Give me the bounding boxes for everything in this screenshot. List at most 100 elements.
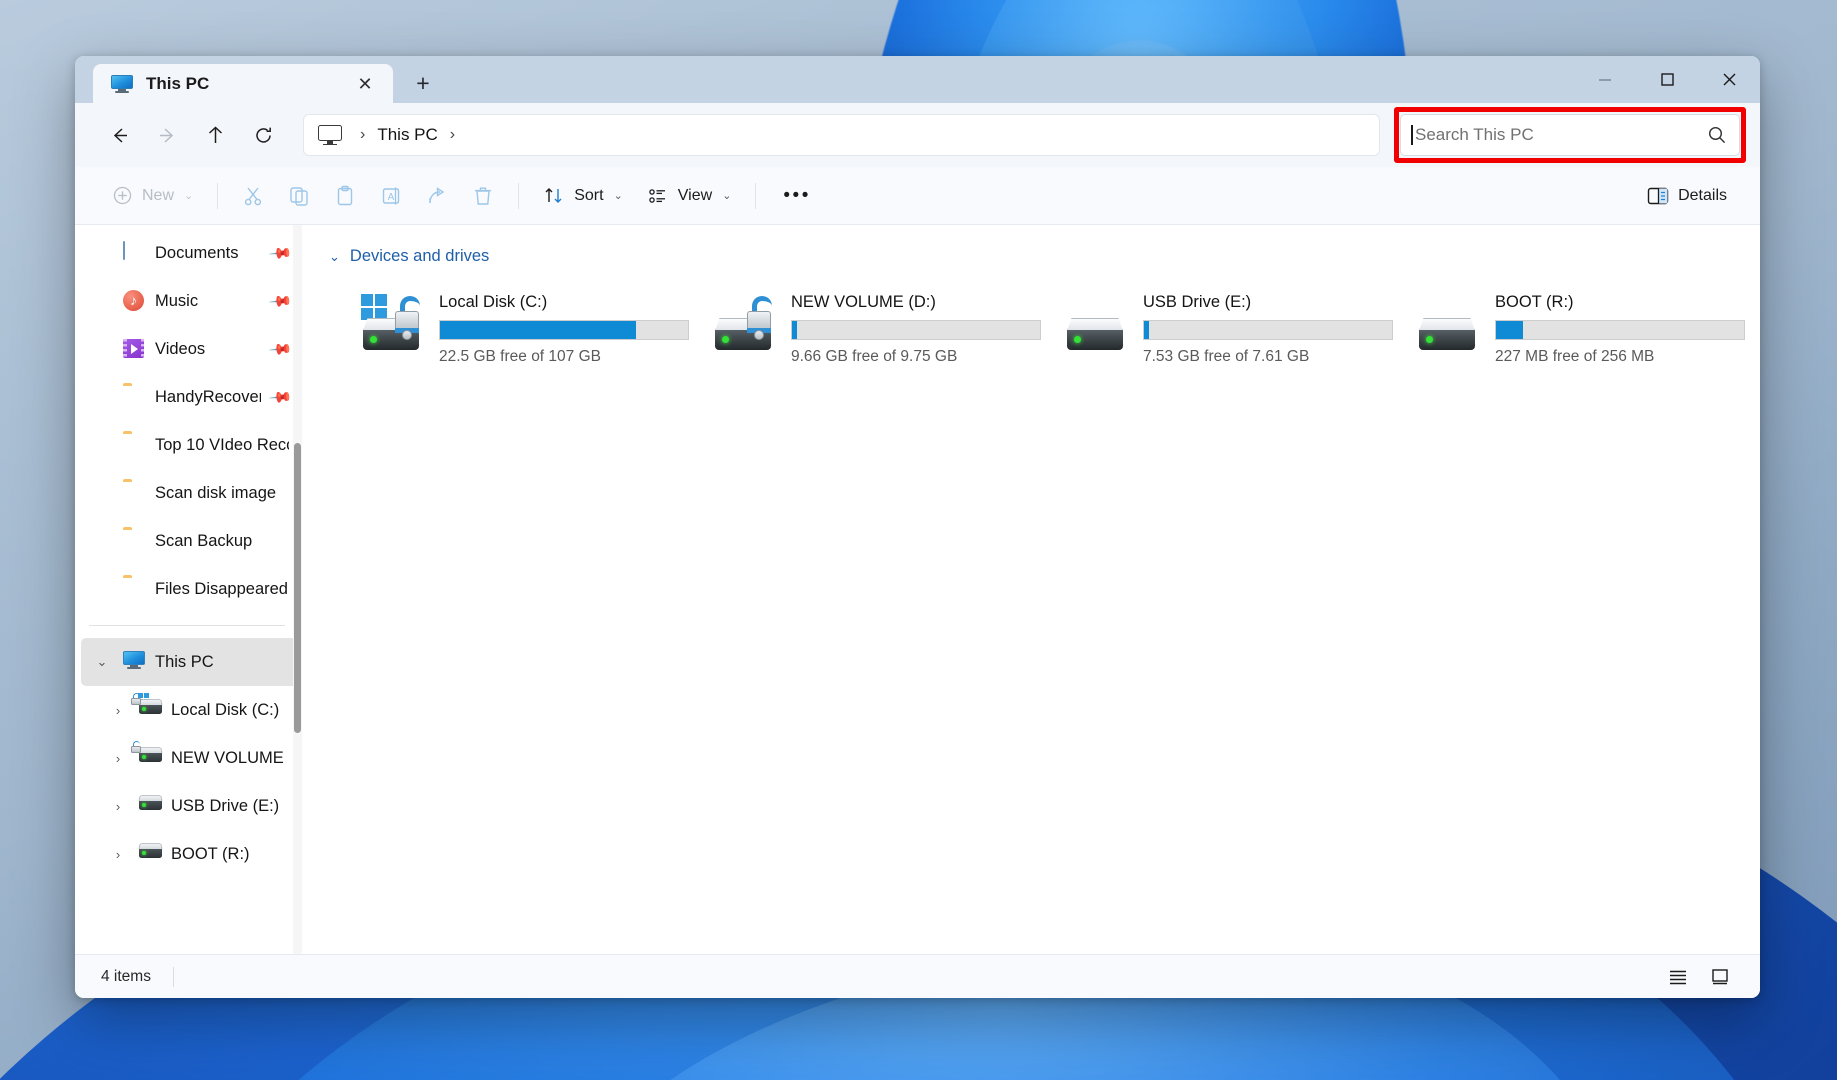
- view-button[interactable]: View ⌄: [636, 176, 743, 216]
- monitor-icon: [111, 74, 133, 93]
- rename-icon: A: [383, 187, 400, 204]
- large-icons-view-icon[interactable]: [1702, 961, 1738, 993]
- capacity-bar: [1143, 320, 1393, 340]
- forward-button[interactable]: [145, 115, 189, 155]
- breadcrumb-this-pc[interactable]: This PC: [377, 125, 437, 145]
- drive-free-space: 7.53 GB free of 7.61 GB: [1143, 348, 1310, 365]
- videos-icon: [123, 338, 145, 360]
- back-button[interactable]: [97, 115, 141, 155]
- breadcrumb-separator: ›: [360, 126, 366, 143]
- breadcrumb-separator-2[interactable]: ›: [442, 126, 463, 144]
- chevron-down-icon[interactable]: ⌄: [329, 249, 340, 265]
- details-pane-icon: [1647, 187, 1669, 204]
- drive-tile-boot-r[interactable]: BOOT (R:) 227 MB free of 256 MB: [1385, 280, 1745, 380]
- close-tab-icon[interactable]: ✕: [351, 70, 379, 98]
- drive-name: USB Drive (E:): [1143, 293, 1252, 311]
- group-title: Devices and drives: [349, 247, 490, 265]
- sidebar-item-label: BOOT (R:): [171, 844, 250, 863]
- sidebar-item-top-10-video-recovery[interactable]: Top 10 VIdeo Recove: [81, 421, 297, 469]
- desktop-background: This PC ✕ + › This PC › Search This PC N…: [0, 0, 1837, 1080]
- folder-icon: [123, 530, 145, 552]
- refresh-button[interactable]: [241, 115, 285, 155]
- chevron-right-icon[interactable]: ›: [107, 847, 129, 862]
- drive-locked-icon: [131, 741, 163, 769]
- search-icon[interactable]: [1707, 125, 1727, 145]
- sidebar-item-new-volume-d[interactable]: › NEW VOLUME (D:): [81, 734, 297, 782]
- chevron-down-icon: ⌄: [613, 190, 623, 202]
- sidebar-item-music[interactable]: ♪ Music 📌: [81, 277, 297, 325]
- status-bar: 4 items: [75, 954, 1760, 998]
- sort-button[interactable]: Sort ⌄: [532, 176, 634, 216]
- folder-icon: [123, 578, 145, 600]
- chevron-right-icon[interactable]: ›: [107, 751, 129, 766]
- window-body: Documents 📌 ♪ Music 📌 Videos 📌 HandyReco…: [75, 225, 1760, 954]
- sidebar-scrollbar-track[interactable]: [293, 225, 302, 954]
- cut-button[interactable]: [231, 176, 275, 216]
- plus-circle-icon: [113, 186, 132, 205]
- sidebar-item-handyrecovery[interactable]: HandyRecovery 📌: [81, 373, 297, 421]
- delete-button[interactable]: [461, 176, 505, 216]
- drive-tile-local-disk-c[interactable]: Local Disk (C:) 22.5 GB free of 107 GB: [329, 280, 689, 380]
- chevron-right-icon[interactable]: ›: [107, 799, 129, 814]
- sidebar-item-videos[interactable]: Videos 📌: [81, 325, 297, 373]
- chevron-right-icon[interactable]: ›: [107, 703, 129, 718]
- new-button[interactable]: New ⌄: [101, 176, 204, 216]
- close-button[interactable]: [1698, 56, 1760, 103]
- up-button[interactable]: [193, 115, 237, 155]
- sidebar-item-files-disappeared-from[interactable]: Files Disappeared fro: [81, 565, 297, 613]
- folder-icon: [123, 386, 145, 408]
- tab-title: This PC: [146, 73, 210, 93]
- music-icon: ♪: [123, 290, 145, 312]
- sort-label: Sort: [574, 186, 604, 204]
- chevron-down-icon[interactable]: ⌄: [91, 654, 113, 670]
- drive-name: BOOT (R:): [1495, 293, 1574, 311]
- drive-tile-new-volume-d[interactable]: NEW VOLUME (D:) 9.66 GB free of 9.75 GB: [681, 280, 1041, 380]
- chevron-down-icon: ⌄: [722, 190, 732, 202]
- details-pane-button[interactable]: Details: [1636, 176, 1738, 216]
- window-controls: [1574, 56, 1760, 103]
- drive-free-space: 9.66 GB free of 9.75 GB: [791, 348, 958, 365]
- capacity-bar: [1495, 320, 1745, 340]
- drive-free-space: 22.5 GB free of 107 GB: [439, 348, 601, 365]
- capacity-bar-fill: [1496, 321, 1524, 339]
- breadcrumb[interactable]: › This PC ›: [303, 114, 1380, 156]
- copy-button[interactable]: [277, 176, 321, 216]
- sidebar-item-local-disk-c[interactable]: › Local Disk (C:): [81, 686, 297, 734]
- sidebar-item-scan-backup[interactable]: Scan Backup: [81, 517, 297, 565]
- sidebar-item-documents[interactable]: Documents 📌: [81, 229, 297, 277]
- details-view-icon[interactable]: [1660, 961, 1696, 993]
- rename-button[interactable]: A: [369, 176, 413, 216]
- sidebar-item-label: Music: [155, 291, 199, 310]
- sidebar-scrollbar-thumb[interactable]: [294, 443, 301, 733]
- folder-icon: [123, 434, 145, 456]
- pin-icon: 📌: [267, 240, 293, 266]
- sidebar-item-this-pc[interactable]: ⌄ This PC: [81, 638, 297, 686]
- new-tab-icon[interactable]: +: [403, 64, 443, 102]
- sidebar-item-boot-r[interactable]: › BOOT (R:): [81, 830, 297, 878]
- paste-button[interactable]: [323, 176, 367, 216]
- view-label: View: [677, 186, 713, 204]
- share-button[interactable]: [415, 176, 459, 216]
- minimize-button[interactable]: [1574, 56, 1636, 103]
- sidebar-item-label: USB Drive (E:): [171, 796, 280, 815]
- file-explorer-window: This PC ✕ + › This PC › Search This PC N…: [75, 56, 1760, 998]
- sidebar-item-scan-disk-image[interactable]: Scan disk image: [81, 469, 297, 517]
- see-more-button[interactable]: •••: [769, 185, 824, 207]
- maximize-button[interactable]: [1636, 56, 1698, 103]
- sidebar-item-label: This PC: [155, 652, 214, 671]
- drive-tile-usb-drive-e[interactable]: USB Drive (E:) 7.53 GB free of 7.61 GB: [1033, 280, 1393, 380]
- capacity-bar-fill: [440, 321, 636, 339]
- pc-icon: [123, 651, 145, 673]
- toolbar-divider-2: [518, 182, 520, 209]
- devices-and-drives-group-header[interactable]: ⌄ Devices and drives: [329, 247, 1760, 266]
- sidebar-item-usb-drive-e[interactable]: › USB Drive (E:): [81, 782, 297, 830]
- drive-icon: [1419, 306, 1485, 362]
- search-box[interactable]: [1400, 114, 1740, 156]
- sidebar-item-label: Local Disk (C:): [171, 700, 280, 719]
- tab-strip: This PC ✕ +: [75, 56, 443, 103]
- search-input[interactable]: [1415, 125, 1707, 145]
- details-label: Details: [1678, 186, 1727, 204]
- tab-this-pc[interactable]: This PC ✕: [93, 64, 393, 103]
- navigation-pane: Documents 📌 ♪ Music 📌 Videos 📌 HandyReco…: [75, 225, 303, 954]
- sidebar-item-label: Scan disk image: [155, 483, 277, 502]
